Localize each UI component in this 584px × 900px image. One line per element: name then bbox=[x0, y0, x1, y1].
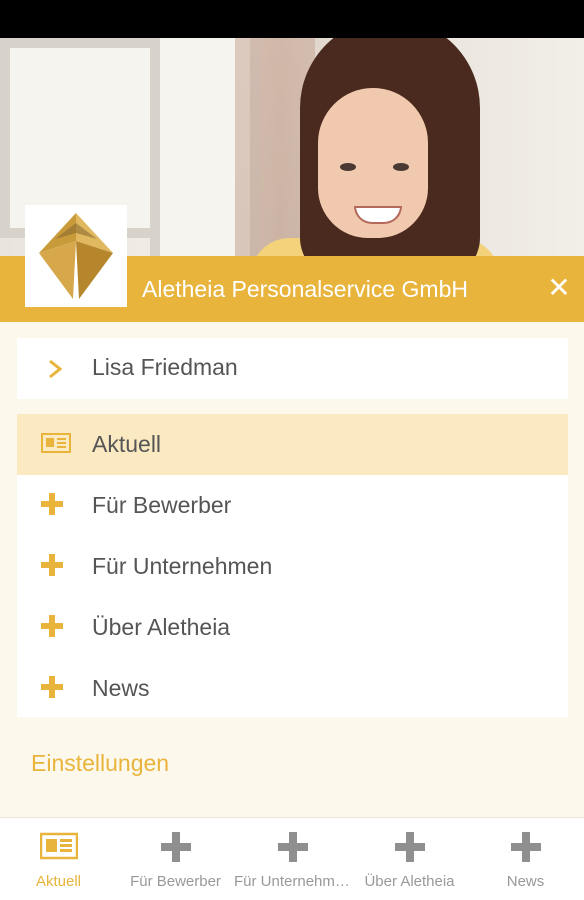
plus-icon bbox=[41, 615, 67, 641]
company-name: Aletheia Personalservice GmbH bbox=[142, 276, 468, 302]
bottom-tab-bar: Aktuell Für Bewerber Für Unternehmen Übe… bbox=[0, 817, 584, 900]
close-icon[interactable]: ✕ bbox=[546, 274, 572, 302]
photo-eye bbox=[340, 163, 356, 171]
menu-item-label: Über Aletheia bbox=[92, 614, 231, 640]
logo-icon bbox=[39, 213, 113, 299]
user-name: Lisa Friedman bbox=[92, 354, 238, 380]
plus-icon bbox=[510, 832, 541, 862]
plus-icon bbox=[41, 493, 67, 519]
menu-item-label: Aktuell bbox=[92, 431, 162, 457]
tab-fur-unternehmen[interactable]: Für Unternehmen bbox=[234, 818, 351, 900]
status-bar bbox=[0, 0, 584, 38]
tab-label: Für Unternehmen bbox=[234, 873, 351, 890]
menu-item-news[interactable]: News bbox=[17, 658, 568, 719]
plus-icon bbox=[160, 832, 191, 862]
plus-icon bbox=[41, 554, 67, 580]
menu-item-label: Für Bewerber bbox=[92, 492, 232, 518]
tab-uber-aletheia[interactable]: Über Aletheia bbox=[351, 818, 468, 900]
tab-fur-bewerber[interactable]: Für Bewerber bbox=[117, 818, 234, 900]
plus-icon bbox=[41, 676, 67, 702]
drawer-menu: Aktuell Für Bewerber Für Unternehmen Übe… bbox=[17, 414, 568, 717]
tab-label: Aktuell bbox=[35, 873, 82, 890]
tab-aktuell[interactable]: Aktuell bbox=[0, 818, 117, 900]
menu-item-label: News bbox=[92, 675, 150, 701]
settings-link[interactable]: Einstellungen bbox=[31, 750, 169, 777]
photo-eye bbox=[393, 163, 409, 171]
newspaper-icon bbox=[39, 832, 78, 865]
tab-label: News bbox=[506, 873, 545, 890]
plus-icon bbox=[394, 832, 425, 862]
company-logo bbox=[25, 205, 127, 307]
newspaper-icon bbox=[41, 432, 71, 458]
chevron-right-icon bbox=[49, 359, 63, 379]
menu-item-fur-bewerber[interactable]: Für Bewerber bbox=[17, 475, 568, 536]
tab-news[interactable]: News bbox=[467, 818, 584, 900]
tab-label: Für Bewerber bbox=[130, 873, 221, 890]
menu-item-uber-aletheia[interactable]: Über Aletheia bbox=[17, 597, 568, 658]
menu-item-fur-unternehmen[interactable]: Für Unternehmen bbox=[17, 536, 568, 597]
menu-item-label: Für Unternehmen bbox=[92, 553, 273, 579]
plus-icon bbox=[277, 832, 308, 862]
tab-label: Über Aletheia bbox=[364, 873, 455, 890]
menu-item-aktuell[interactable]: Aktuell bbox=[17, 414, 568, 475]
